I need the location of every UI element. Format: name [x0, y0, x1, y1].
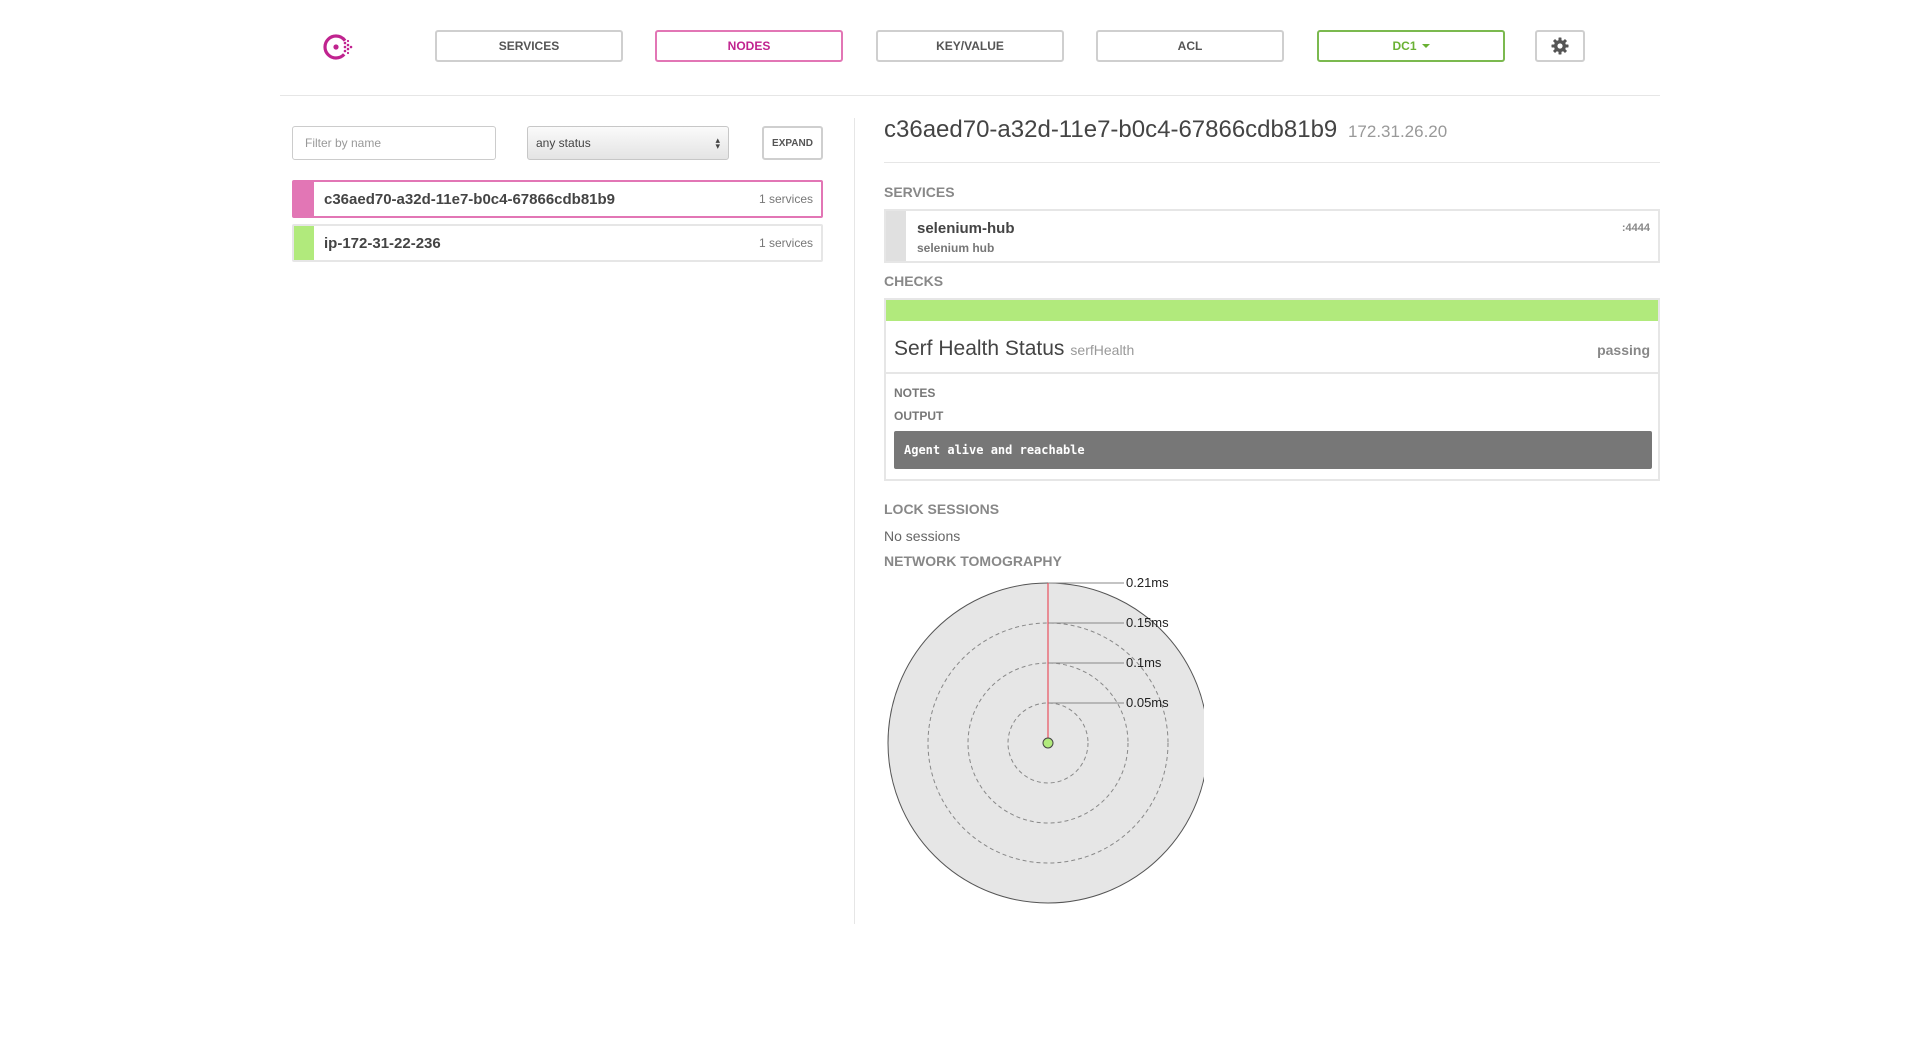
node-service-count: 1 services [758, 236, 813, 250]
select-arrows-icon: ▴ ▾ [715, 135, 720, 151]
check-output: Agent alive and reachable [894, 431, 1652, 469]
services-heading: SERVICES [884, 184, 955, 200]
top-navbar: SERVICES NODES KEY/VALUE ACL DC1 [280, 0, 1660, 96]
check-title: Serf Health Status serfHealth [894, 337, 1134, 361]
service-item[interactable]: selenium-hub selenium hub :4444 [884, 209, 1660, 263]
node-list-item[interactable]: c36aed70-a32d-11e7-b0c4-67866cdb81b9 1 s… [292, 180, 823, 218]
nav-services-button[interactable]: SERVICES [435, 30, 623, 62]
check-divider [886, 372, 1658, 374]
node-detail-name: c36aed70-a32d-11e7-b0c4-67866cdb81b9 [884, 116, 1338, 143]
tick-label: 0.21ms [1126, 576, 1169, 590]
caret-down-icon [1421, 44, 1430, 48]
expand-button[interactable]: EXPAND [762, 126, 823, 160]
nav-nodes-button[interactable]: NODES [655, 30, 843, 62]
output-label: OUTPUT [894, 409, 944, 423]
node-service-count: 1 services [758, 192, 813, 206]
service-port: :4444 [1621, 222, 1650, 234]
node-name: c36aed70-a32d-11e7-b0c4-67866cdb81b9 [324, 190, 616, 208]
network-tomography-chart: 0.21ms 0.15ms 0.1ms 0.05ms [887, 576, 1204, 904]
health-check-panel: Serf Health Status serfHealth passing NOT… [884, 298, 1660, 481]
check-id: serfHealth [1070, 342, 1135, 358]
check-status-bar [886, 300, 1658, 321]
node-point[interactable] [1042, 737, 1054, 749]
service-tag: selenium hub [917, 241, 995, 255]
check-status: passing [1597, 342, 1650, 358]
service-name: selenium-hub [917, 220, 1015, 237]
lock-sessions-empty: No sessions [884, 528, 961, 544]
node-status-bar [294, 182, 314, 216]
gear-icon [1551, 37, 1569, 55]
checks-heading: CHECKS [884, 273, 944, 289]
node-list-item[interactable]: ip-172-31-22-236 1 services [292, 224, 823, 262]
status-select-value: any status [536, 136, 591, 150]
check-name: Serf Health Status [894, 337, 1065, 360]
tick-label: 0.15ms [1126, 615, 1169, 630]
node-status-bar [294, 226, 314, 260]
node-name: ip-172-31-22-236 [324, 234, 441, 252]
node-detail-ip: 172.31.26.20 [1347, 122, 1448, 141]
nav-keyvalue-button[interactable]: KEY/VALUE [876, 30, 1064, 62]
nav-acl-button[interactable]: ACL [1096, 30, 1284, 62]
network-tomography-heading: NETWORK TOMOGRAPHY [884, 553, 1062, 569]
settings-button[interactable] [1535, 30, 1585, 62]
node-detail-title: c36aed70-a32d-11e7-b0c4-67866cdb81b9 172… [884, 116, 1447, 144]
notes-label: NOTES [894, 386, 936, 400]
datacenter-dropdown[interactable]: DC1 [1317, 30, 1505, 62]
tick-label: 0.05ms [1126, 695, 1169, 710]
status-select[interactable]: any status ▴ ▾ [527, 126, 729, 160]
tick-label: 0.1ms [1126, 655, 1162, 670]
filter-by-name-input[interactable] [292, 126, 496, 160]
consul-logo-icon[interactable] [322, 30, 356, 64]
panel-divider [854, 118, 855, 924]
title-divider [884, 162, 1660, 163]
service-status-bar [886, 211, 906, 261]
lock-sessions-heading: LOCK SESSIONS [884, 501, 1000, 517]
datacenter-label: DC1 [1392, 39, 1417, 53]
